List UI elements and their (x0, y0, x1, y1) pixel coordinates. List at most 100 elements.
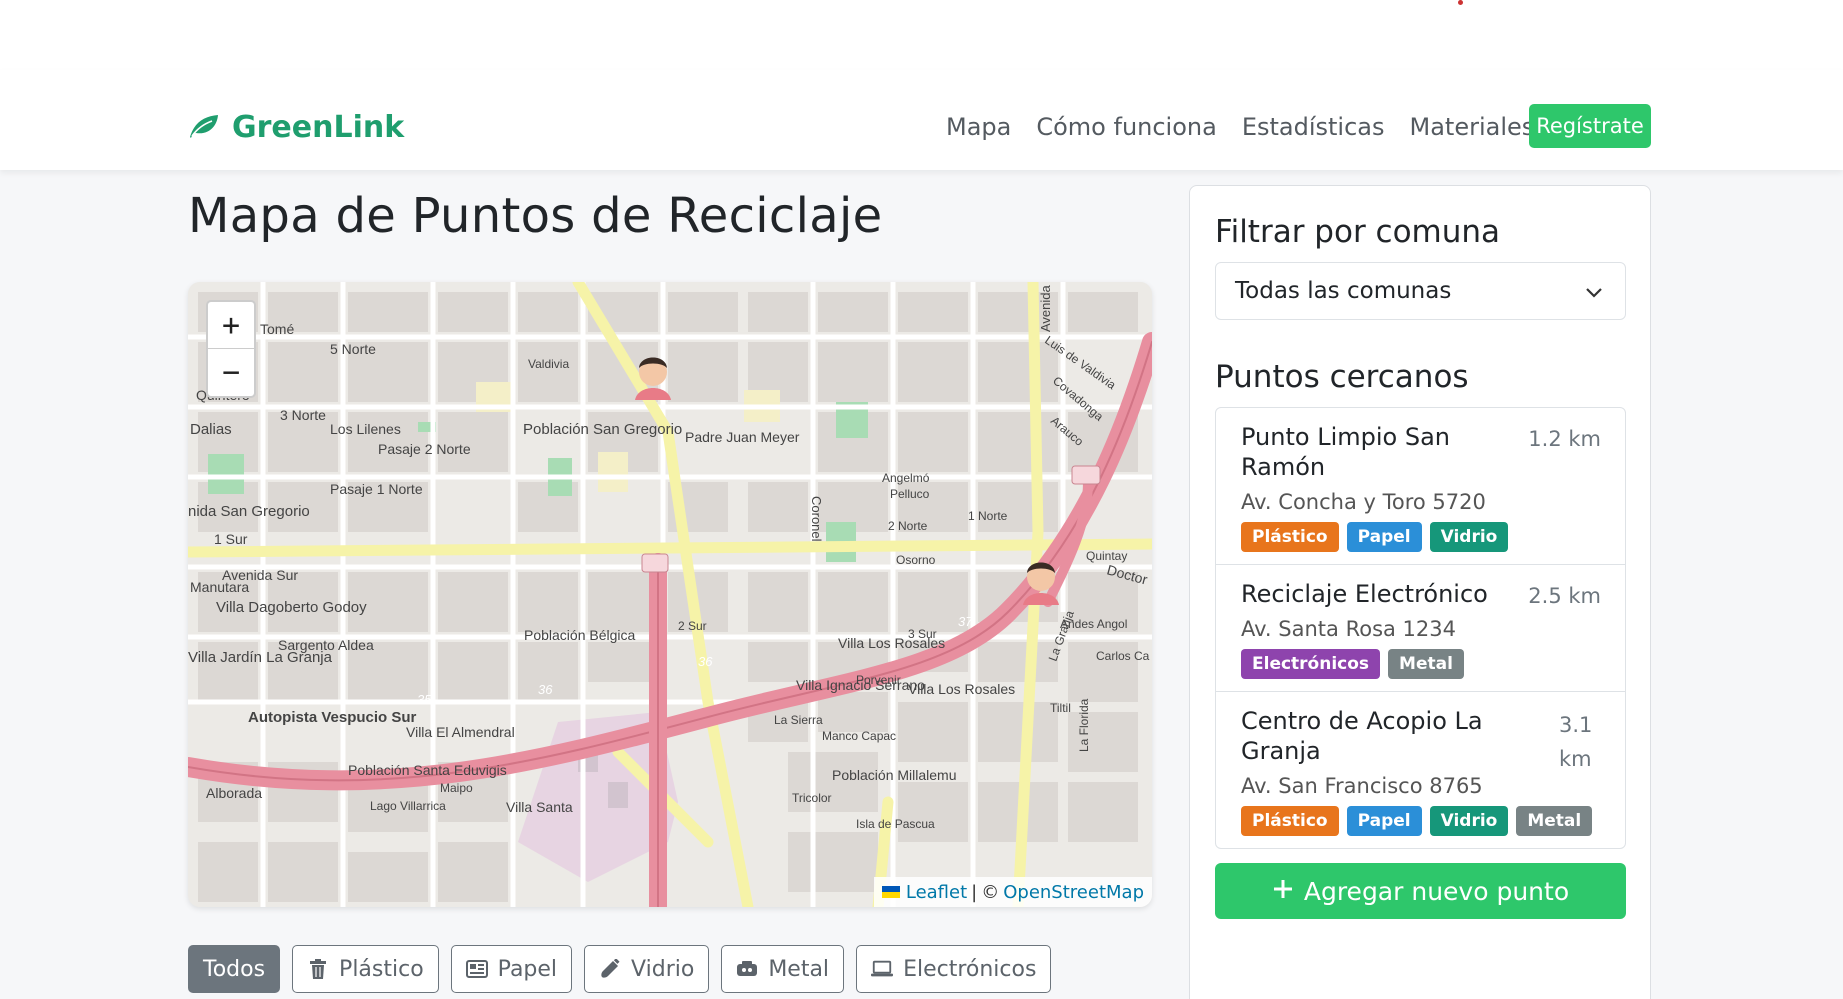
map-label: Población Millalemu (832, 767, 957, 783)
nav-link-estadisticas[interactable]: Estadísticas (1242, 113, 1385, 141)
map-label: Manco Capac (822, 729, 896, 743)
map-label: Manutara (190, 579, 249, 595)
filter-label: Todos (203, 956, 266, 982)
osm-link[interactable]: OpenStreetMap (1003, 882, 1144, 903)
map-label: Quintay (1086, 549, 1127, 563)
point-name: Centro de Acopio La Granja (1241, 707, 1483, 765)
tag-plastico: Plástico (1241, 806, 1339, 836)
map-label: Porvenir (856, 673, 901, 687)
filter-vidrio-button[interactable]: Vidrio (584, 945, 710, 993)
material-filters: Todos Plástico Papel Vidrio Metal Electr… (188, 945, 1052, 993)
map-label: Villa Dagoberto Godoy (216, 599, 367, 616)
filter-metal-button[interactable]: Metal (721, 945, 845, 993)
filter-label: Papel (497, 956, 558, 982)
map-label: Villa El Almendral (406, 724, 515, 740)
map-label: 1 Sur (214, 531, 248, 547)
filter-electronicos-button[interactable]: Electrónicos (856, 945, 1052, 993)
top-strip (0, 0, 1843, 70)
list-item[interactable]: Punto Limpio San Ramón 1.2 km Av. Concha… (1216, 408, 1625, 565)
zoom-in-button[interactable]: + (208, 302, 254, 349)
map-label: Coronel (809, 496, 824, 542)
map-label: Población San Gregorio (523, 421, 682, 438)
leaf-icon (188, 113, 220, 143)
point-distance: 2.5 km (1528, 584, 1601, 608)
comuna-select[interactable]: Todas las comunas (1215, 262, 1626, 320)
ukraine-flag-icon (881, 886, 900, 898)
tag-plastico: Plástico (1241, 522, 1339, 552)
brand[interactable]: GreenLink (188, 110, 404, 145)
list-item[interactable]: Reciclaje Electrónico 2.5 km Av. Santa R… (1216, 565, 1625, 692)
map-label: Autopista Vespucio Sur (248, 709, 417, 726)
nav-link-mapa[interactable]: Mapa (946, 113, 1011, 141)
map-label: Angelmó (882, 471, 930, 485)
select-value: Todas las comunas (1235, 278, 1452, 304)
map-label: 36 (698, 654, 713, 669)
map-label: 3 Sur (908, 627, 937, 641)
map-label: 3 Norte (280, 407, 326, 423)
map-label: La Florida (1077, 698, 1091, 752)
nearby-title: Puntos cercanos (1215, 359, 1469, 395)
laptop-icon (871, 958, 894, 980)
map-label: Lago Villarrica (370, 799, 446, 813)
map-label: La Sierra (774, 713, 823, 727)
page-title: Mapa de Puntos de Reciclaje (188, 188, 883, 244)
attribution-separator: | (971, 881, 978, 903)
point-distance: 3.1 km (1559, 713, 1593, 771)
map-label: Avenida (1038, 284, 1053, 332)
point-name: Punto Limpio San Ramón (1241, 423, 1450, 481)
tag-papel: Papel (1346, 806, 1422, 836)
map-label: 37 (958, 614, 973, 629)
map-label: Pasaje 2 Norte (378, 441, 471, 457)
map-label: Tricolor (792, 791, 832, 805)
newspaper-icon (465, 958, 488, 980)
list-item[interactable]: Centro de Acopio La Granja 3.1 km Av. Sa… (1216, 692, 1625, 848)
zoom-control: + − (206, 300, 256, 398)
nav-links: Mapa Cómo funciona Estadísticas Material… (946, 113, 1534, 141)
filter-todos-button[interactable]: Todos (188, 945, 281, 993)
map-label: Tomé (260, 321, 294, 337)
tag-vidrio: Vidrio (1429, 806, 1509, 836)
map-label: Villa Jardín La Granja (188, 649, 333, 666)
filter-papel-button[interactable]: Papel (450, 945, 573, 993)
add-point-button[interactable]: Agregar nuevo punto (1215, 863, 1626, 919)
map-label: Maipo (440, 781, 473, 795)
map-label: Población Bélgica (524, 627, 636, 643)
map-label: nida San Gregorio (188, 503, 310, 520)
map-label: Los Lilenes (330, 421, 401, 437)
tag-electronicos: Electrónicos (1241, 649, 1381, 679)
nav-link-materiales[interactable]: Materiales (1410, 113, 1535, 141)
leaflet-link[interactable]: Leaflet (906, 882, 967, 903)
map-label: Alborada (206, 785, 262, 801)
point-address: Av. Concha y Toro 5720 (1241, 490, 1486, 514)
map-label: Valdivia (528, 357, 569, 371)
map-label: Dalias (190, 421, 232, 438)
points-list: Punto Limpio San Ramón 1.2 km Av. Concha… (1215, 407, 1626, 849)
filter-label: Vidrio (631, 956, 695, 982)
map-label: 36 (538, 682, 553, 697)
nav-link-como-funciona[interactable]: Cómo funciona (1036, 113, 1216, 141)
map-tiles: Tomé 5 Norte Quintero Dalias 3 Norte Los… (188, 282, 1152, 907)
can-icon (736, 958, 758, 980)
map-label: Osorno (896, 553, 936, 567)
point-address: Av. Santa Rosa 1234 (1241, 617, 1456, 641)
zoom-out-button[interactable]: − (208, 349, 254, 396)
map-label: Villa Santa (506, 799, 573, 815)
map-attribution: Leaflet | © OpenStreetMap (873, 877, 1152, 907)
map-label: Tiltil (1050, 701, 1071, 715)
brand-name: GreenLink (232, 110, 405, 145)
map-label: Pasaje 1 Norte (330, 481, 423, 497)
filter-label: Electrónicos (903, 956, 1037, 982)
attribution-copyright: © (981, 881, 1000, 903)
filter-label: Plástico (339, 956, 424, 982)
bottle-icon (599, 958, 621, 980)
map-label: 2 Norte (888, 519, 928, 533)
trash-icon (307, 958, 329, 980)
register-button[interactable]: Regístrate (1529, 104, 1651, 148)
map-label: Villa Los Rosales (908, 681, 1015, 697)
filter-plastico-button[interactable]: Plástico (292, 945, 439, 993)
map-label: Pelluco (890, 487, 930, 501)
sidebar: Filtrar por comuna Todas las comunas Pun… (1189, 185, 1651, 999)
map[interactable]: Tomé 5 Norte Quintero Dalias 3 Norte Los… (188, 282, 1152, 907)
map-label: Isla de Pascua (856, 817, 935, 831)
tag-papel: Papel (1346, 522, 1422, 552)
